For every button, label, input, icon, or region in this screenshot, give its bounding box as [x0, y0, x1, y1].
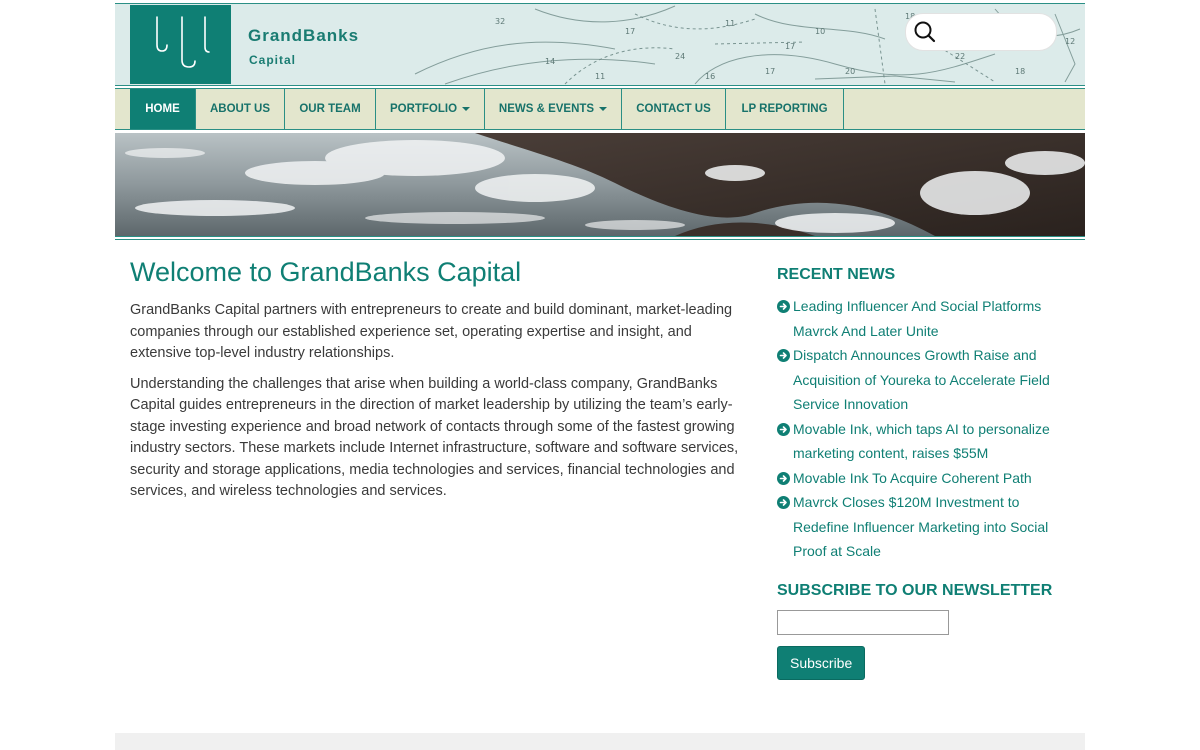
svg-text:14: 14: [545, 57, 555, 66]
news-link[interactable]: Mavrck Closes $120M Investment to Redefi…: [793, 494, 1048, 559]
news-item[interactable]: Movable Ink, which taps AI to personaliz…: [777, 417, 1063, 466]
hooks-logo-icon: [156, 16, 210, 68]
newsletter-section: SUBSCRIBE TO OUR NEWSLETTER Subscribe: [777, 582, 1067, 680]
svg-text:20: 20: [845, 67, 855, 76]
banner-divider: [115, 239, 1085, 240]
search-input[interactable]: [940, 21, 1050, 43]
nav-portfolio-label: PORTFOLIO: [389, 103, 458, 115]
svg-text:17: 17: [785, 42, 795, 51]
search-icon[interactable]: [912, 19, 938, 45]
circle-arrow-right-icon: [777, 300, 790, 313]
footer-strip: [115, 733, 1085, 750]
circle-arrow-right-icon: [777, 496, 790, 509]
nav-lp-reporting-label: LP REPORTING: [741, 103, 828, 115]
nav-about-us[interactable]: ABOUT US: [196, 89, 285, 129]
page-title: Welcome to GrandBanks Capital: [130, 257, 522, 287]
hero-banner: [115, 133, 1085, 237]
news-list: Leading Influencer And Social Platforms …: [777, 294, 1067, 564]
news-link[interactable]: Movable Ink, which taps AI to personaliz…: [793, 421, 1050, 462]
circle-arrow-right-icon: [777, 471, 790, 485]
main-nav: HOME ABOUT US OUR TEAM PORTFOLIO NEWS & …: [115, 88, 1085, 130]
svg-text:12: 12: [1065, 37, 1075, 46]
svg-text:11: 11: [595, 72, 605, 81]
logo-mark[interactable]: [130, 5, 231, 84]
svg-text:22: 22: [955, 52, 965, 61]
nav-portfolio[interactable]: PORTFOLIO: [376, 89, 485, 129]
news-link[interactable]: Dispatch Announces Growth Raise and Acqu…: [793, 347, 1050, 412]
brand-subtitle: Capital: [249, 53, 297, 67]
intro-paragraph: GrandBanks Capital partners with entrepr…: [130, 302, 733, 361]
ocean-rocks-image: [115, 133, 1085, 236]
news-link[interactable]: Movable Ink To Acquire Coherent Path: [793, 470, 1032, 486]
nav-news-events[interactable]: NEWS & EVENTS: [485, 89, 622, 129]
nav-home-label: HOME: [145, 103, 180, 115]
news-link[interactable]: Leading Influencer And Social Platforms …: [793, 298, 1041, 339]
nav-home[interactable]: HOME: [130, 89, 196, 129]
caret-down-icon: [462, 107, 471, 111]
newsletter-heading: SUBSCRIBE TO OUR NEWSLETTER: [777, 581, 1053, 599]
subscribe-button[interactable]: Subscribe: [777, 645, 866, 680]
nav-about-us-label: ABOUT US: [209, 103, 271, 115]
circle-arrow-right-icon: [777, 349, 790, 362]
nav-our-team-label: OUR TEAM: [299, 103, 361, 115]
svg-text:16: 16: [705, 72, 715, 81]
news-item[interactable]: Leading Influencer And Social Platforms …: [777, 294, 1063, 343]
svg-text:24: 24: [675, 52, 685, 61]
search-box[interactable]: [905, 13, 1057, 51]
news-item[interactable]: Mavrck Closes $120M Investment to Redefi…: [777, 490, 1063, 564]
nav-lp-reporting[interactable]: LP REPORTING: [726, 89, 844, 129]
svg-text:10: 10: [815, 27, 825, 36]
svg-text:18: 18: [1015, 67, 1025, 76]
circle-arrow-right-icon: [777, 422, 790, 436]
nav-our-team[interactable]: OUR TEAM: [285, 89, 376, 129]
svg-text:17: 17: [625, 27, 635, 36]
news-item[interactable]: Dispatch Announces Growth Raise and Acqu…: [777, 343, 1063, 417]
svg-text:17: 17: [765, 67, 775, 76]
site-header: 32 14 17 24 11 17 10 20 18 22 18 12 11 16 17 Grand…: [115, 3, 1085, 86]
newsletter-email-field[interactable]: [777, 609, 949, 635]
detail-paragraph: Understanding the challenges that arise …: [130, 375, 739, 500]
main-content: Welcome to GrandBanks Capital GrandBanks…: [130, 257, 745, 512]
nav-contact-us-label: CONTACT US: [636, 103, 711, 115]
caret-down-icon: [599, 107, 608, 111]
sidebar: RECENT NEWS Leading Influencer And Socia…: [777, 266, 1067, 680]
nav-contact-us[interactable]: CONTACT US: [622, 89, 726, 129]
recent-news-heading: RECENT NEWS: [777, 266, 896, 283]
brand-name: GrandBanks: [248, 26, 360, 45]
svg-text:11: 11: [725, 19, 735, 28]
nav-news-events-label: NEWS & EVENTS: [498, 103, 595, 115]
svg-text:32: 32: [495, 17, 505, 26]
news-item[interactable]: Movable Ink To Acquire Coherent Path: [777, 466, 1063, 491]
